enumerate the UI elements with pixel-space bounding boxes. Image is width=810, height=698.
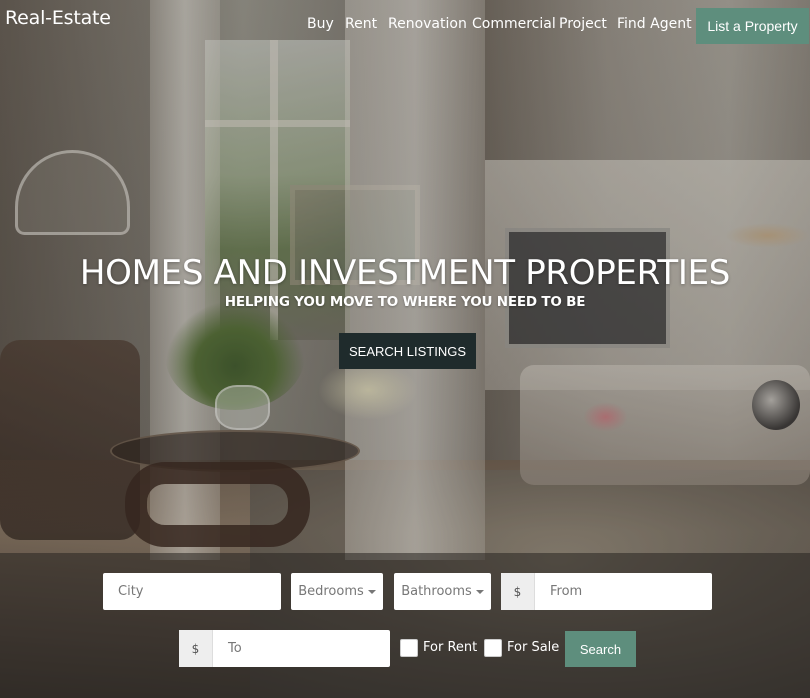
currency-addon: $	[501, 573, 535, 610]
city-placeholder: City	[118, 584, 144, 599]
nav-item-renovation[interactable]: Renovation	[388, 16, 467, 32]
for-rent-label[interactable]: For Rent	[423, 640, 477, 655]
bedrooms-label: Bedrooms	[298, 584, 364, 599]
brand-logo[interactable]: Real-Estate	[5, 7, 111, 29]
for-rent-checkbox[interactable]	[400, 639, 418, 657]
bedrooms-select[interactable]: Bedrooms	[291, 573, 383, 610]
price-from-input[interactable]: $ From	[501, 573, 712, 610]
hero-subheadline: HELPING YOU MOVE TO WHERE YOU NEED TO BE	[224, 294, 586, 310]
bathrooms-select[interactable]: Bathrooms	[394, 573, 491, 610]
list-property-button[interactable]: List a Property	[696, 8, 809, 44]
currency-addon: $	[179, 630, 213, 667]
hero-headline: HOMES AND INVESTMENT PROPERTIES	[79, 253, 731, 293]
navbar: Real-Estate Buy Rent Renovation Commerci…	[0, 0, 810, 50]
caret-down-icon	[367, 589, 376, 594]
nav-item-buy[interactable]: Buy	[307, 16, 334, 32]
to-placeholder: To	[228, 641, 242, 656]
for-sale-label[interactable]: For Sale	[507, 640, 559, 655]
from-placeholder: From	[550, 584, 583, 599]
for-sale-checkbox[interactable]	[484, 639, 502, 657]
search-button[interactable]: Search	[565, 631, 636, 667]
nav-item-commercial[interactable]: Commercial	[472, 16, 556, 32]
bathrooms-label: Bathrooms	[401, 584, 472, 599]
price-to-input[interactable]: $ To	[179, 630, 390, 667]
search-listings-button[interactable]: SEARCH LISTINGS	[339, 333, 476, 369]
nav-item-project[interactable]: Project	[559, 16, 607, 32]
city-input[interactable]: City	[103, 573, 281, 610]
nav-item-find-agent[interactable]: Find Agent	[617, 16, 692, 32]
caret-down-icon	[475, 589, 484, 594]
nav-item-rent[interactable]: Rent	[345, 16, 377, 32]
